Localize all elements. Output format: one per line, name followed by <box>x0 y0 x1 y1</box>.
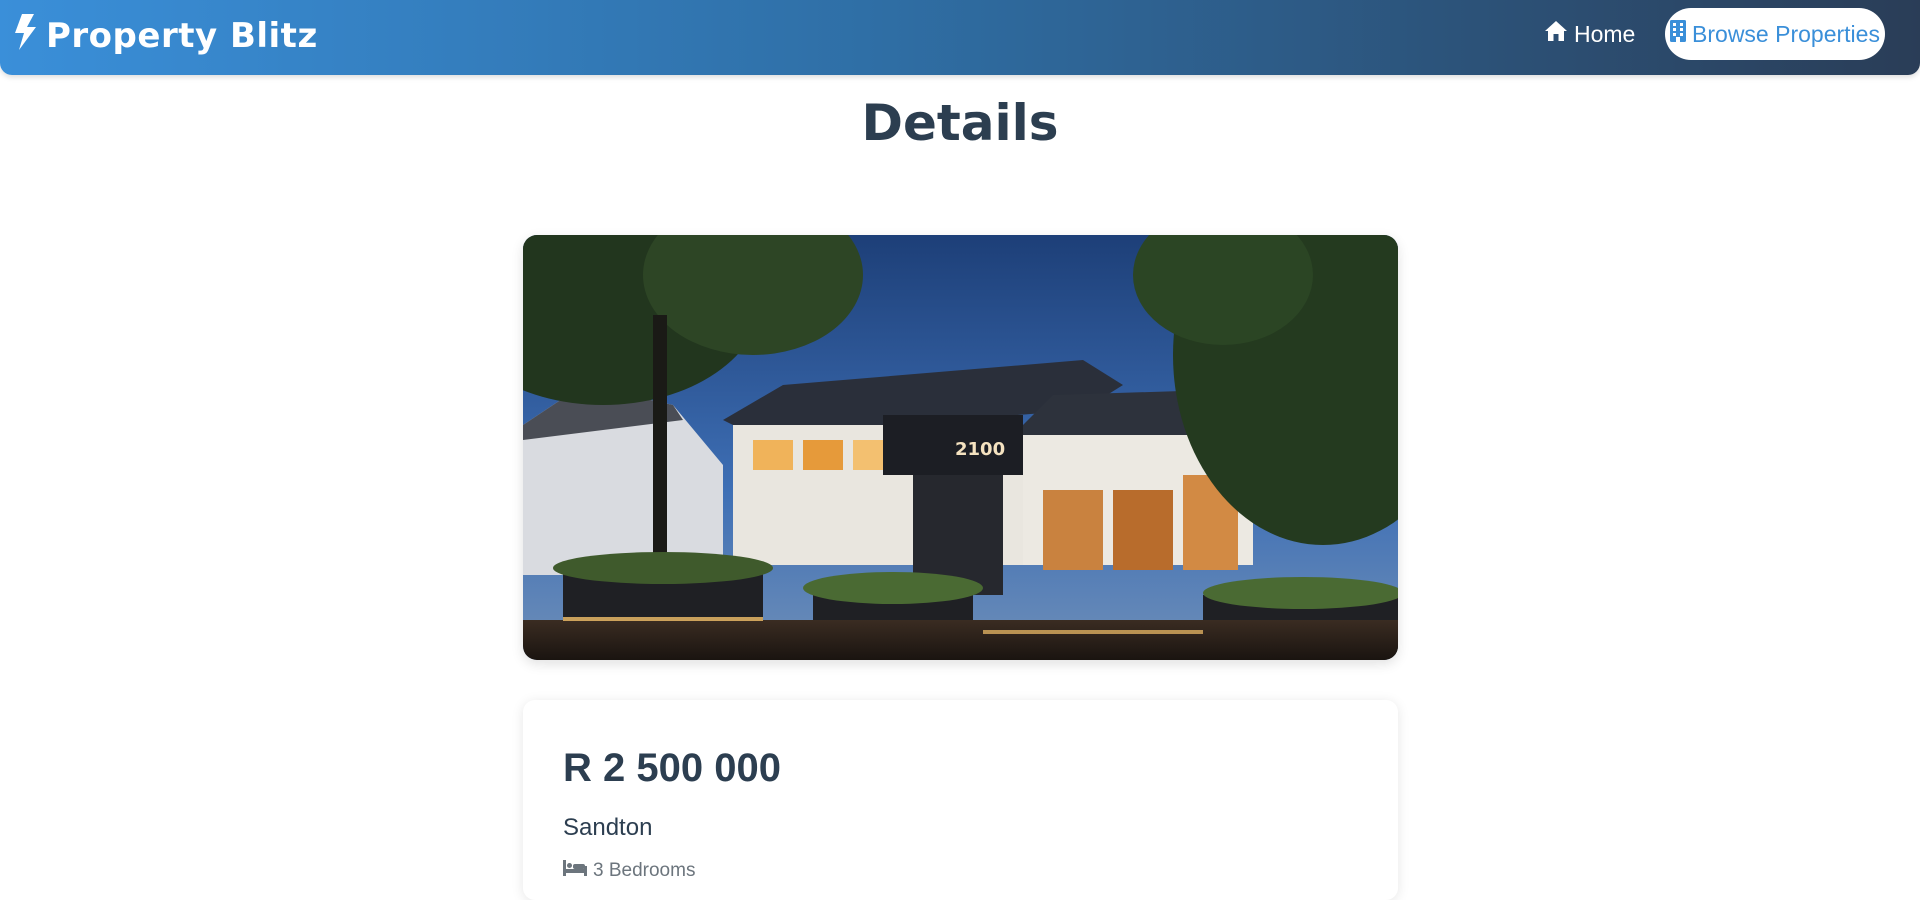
bedrooms-label: 3 Bedrooms <box>593 860 696 881</box>
property-bedrooms: 3 Bedrooms <box>563 860 695 882</box>
bolt-icon <box>14 13 46 59</box>
home-icon <box>1544 20 1574 48</box>
page-title: Details <box>861 94 1059 152</box>
property-price: R 2 500 000 <box>563 746 781 790</box>
property-location: Sandton <box>563 814 653 841</box>
nav-home-link[interactable]: Home <box>1544 16 1635 52</box>
property-photo: 2100 <box>523 235 1398 660</box>
brand-link[interactable]: Property Blitz <box>14 13 318 59</box>
svg-text:2100: 2100 <box>955 439 1005 460</box>
building-icon <box>1670 20 1692 48</box>
bed-icon <box>563 860 593 882</box>
nav-browse-properties-link[interactable]: Browse Properties <box>1665 8 1885 60</box>
brand-name: Property Blitz <box>46 16 318 56</box>
nav-browse-label: Browse Properties <box>1692 20 1880 47</box>
nav-home-label: Home <box>1574 20 1636 47</box>
property-details-card: R 2 500 000 Sandton 3 Bedrooms <box>523 700 1398 900</box>
top-navbar: Property Blitz Home Browse Properties <box>0 0 1920 75</box>
